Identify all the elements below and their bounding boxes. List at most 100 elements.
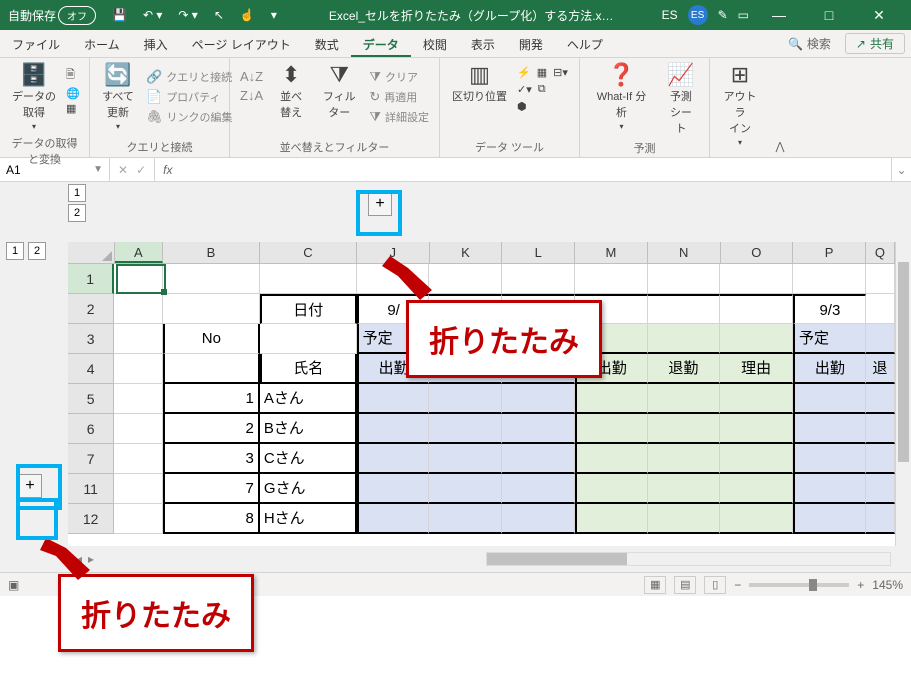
cell-A6[interactable]: [114, 414, 163, 444]
zoom-out-button[interactable]: −: [734, 578, 741, 592]
column-header-O[interactable]: O: [721, 242, 794, 263]
cell-A12[interactable]: [114, 504, 163, 534]
cell-N12[interactable]: [648, 504, 721, 534]
sort-button[interactable]: ⬍ 並べ替え: [271, 62, 311, 122]
pointer-icon[interactable]: ↖: [210, 6, 228, 24]
advanced-filter-button[interactable]: ⧩詳細設定: [367, 108, 431, 126]
touch-icon[interactable]: ☝: [236, 6, 259, 24]
column-header-P[interactable]: P: [793, 242, 866, 263]
tab-ホーム[interactable]: ホーム: [72, 30, 132, 57]
cell-B11[interactable]: 7: [163, 474, 260, 504]
zoom-level[interactable]: 145%: [872, 578, 903, 592]
cell-A7[interactable]: [114, 444, 163, 474]
cell-P6[interactable]: [793, 414, 866, 444]
cell-L7[interactable]: [502, 444, 575, 474]
cell-A2[interactable]: [114, 294, 163, 324]
redo-icon[interactable]: ↷ ▾: [174, 6, 201, 24]
qat-more-icon[interactable]: ▾: [267, 6, 281, 24]
cell-C5[interactable]: Aさん: [260, 384, 357, 414]
zoom-slider[interactable]: [749, 583, 849, 587]
relationships-icon[interactable]: ⧉: [538, 83, 546, 96]
grid[interactable]: ABCJKLMNOPQ 12日付9/9/33No予定予定4氏名出勤退勤理由出勤退…: [68, 242, 895, 546]
cell-J11[interactable]: [357, 474, 430, 504]
cell-O12[interactable]: [720, 504, 793, 534]
sheet-nav-first-icon[interactable]: ◂: [76, 552, 82, 566]
refresh-all-button[interactable]: 🔄 すべて 更新 ▾: [98, 62, 138, 133]
cell-A3[interactable]: [114, 324, 163, 354]
cell-K12[interactable]: [429, 504, 502, 534]
cell-C7[interactable]: Cさん: [260, 444, 357, 474]
save-icon[interactable]: 💾: [108, 6, 131, 24]
remove-duplicates-icon[interactable]: ▦: [537, 66, 547, 79]
cell-B6[interactable]: 2: [163, 414, 260, 444]
column-group-expand-button[interactable]: +: [368, 192, 392, 216]
cell-N1[interactable]: [648, 264, 721, 294]
row-header-1[interactable]: 1: [68, 264, 114, 294]
cell-O2[interactable]: [720, 294, 793, 324]
close-button[interactable]: ✕: [859, 7, 899, 24]
cell-N2[interactable]: [648, 294, 721, 324]
cell-O1[interactable]: [720, 264, 793, 294]
formula-input[interactable]: [180, 158, 891, 181]
cell-M11[interactable]: [575, 474, 648, 504]
edit-links-button[interactable]: 🖇リンクの編集: [144, 108, 235, 126]
cell-L11[interactable]: [502, 474, 575, 504]
record-macro-icon[interactable]: ▣: [8, 578, 19, 592]
cell-K5[interactable]: [429, 384, 502, 414]
tab-校閲[interactable]: 校閲: [411, 30, 459, 57]
search-button[interactable]: 🔍検索: [780, 30, 839, 57]
cell-Q12[interactable]: [866, 504, 895, 534]
cell-M7[interactable]: [575, 444, 648, 474]
cell-N11[interactable]: [648, 474, 721, 504]
cell-C2[interactable]: 日付: [260, 294, 357, 324]
select-all-button[interactable]: [68, 242, 115, 263]
cell-Q11[interactable]: [866, 474, 895, 504]
whatif-button[interactable]: ❓ What-If 分析 ▾: [588, 62, 655, 133]
cell-Q4[interactable]: 退: [866, 354, 895, 384]
page-layout-view-button[interactable]: ▤: [674, 576, 696, 594]
cell-A1[interactable]: [114, 264, 163, 294]
column-header-J[interactable]: J: [357, 242, 430, 263]
cell-P4[interactable]: 出勤: [793, 354, 866, 384]
page-break-view-button[interactable]: ▯: [704, 576, 726, 594]
cell-J1[interactable]: [357, 264, 430, 294]
column-header-B[interactable]: B: [163, 242, 260, 263]
tab-ファイル[interactable]: ファイル: [0, 30, 72, 57]
queries-connections-button[interactable]: 🔗クエリと接続: [144, 68, 235, 86]
row-header-7[interactable]: 7: [68, 444, 114, 474]
cell-K6[interactable]: [429, 414, 502, 444]
column-outline-level-1[interactable]: 1: [68, 184, 86, 202]
cell-P5[interactable]: [793, 384, 866, 414]
cell-O7[interactable]: [720, 444, 793, 474]
cell-K1[interactable]: [429, 264, 502, 294]
cell-Q7[interactable]: [866, 444, 895, 474]
data-validation-icon[interactable]: ✓▾: [517, 83, 532, 96]
cell-Q1[interactable]: [866, 264, 895, 294]
tab-表示[interactable]: 表示: [459, 30, 507, 57]
tab-データ[interactable]: データ: [351, 30, 411, 57]
cell-N6[interactable]: [648, 414, 721, 444]
sort-asc-button[interactable]: A↓Z: [238, 68, 265, 85]
simplify-ribbon-icon[interactable]: ✎: [718, 8, 728, 22]
scrollbar-thumb[interactable]: [898, 262, 909, 462]
from-web-icon[interactable]: 🌐: [66, 87, 80, 100]
cell-C6[interactable]: Bさん: [260, 414, 357, 444]
row-header-5[interactable]: 5: [68, 384, 114, 414]
account-badge[interactable]: ES: [688, 5, 708, 25]
cell-A4[interactable]: [114, 354, 163, 384]
column-outline-level-2[interactable]: 2: [68, 204, 86, 222]
cell-P1[interactable]: [793, 264, 866, 294]
cell-L5[interactable]: [502, 384, 575, 414]
tab-数式[interactable]: 数式: [303, 30, 351, 57]
clear-filter-button[interactable]: ⧩クリア: [367, 68, 431, 86]
cell-M6[interactable]: [575, 414, 648, 444]
chevron-down-icon[interactable]: ▼: [93, 164, 103, 175]
cell-P11[interactable]: [793, 474, 866, 504]
column-header-A[interactable]: A: [115, 242, 163, 263]
cell-M5[interactable]: [575, 384, 648, 414]
enter-formula-icon[interactable]: ✓: [136, 163, 146, 177]
row-header-3[interactable]: 3: [68, 324, 114, 354]
sheet-nav-prev-icon[interactable]: ▸: [88, 552, 94, 566]
cell-B5[interactable]: 1: [163, 384, 260, 414]
cell-B2[interactable]: [163, 294, 260, 324]
